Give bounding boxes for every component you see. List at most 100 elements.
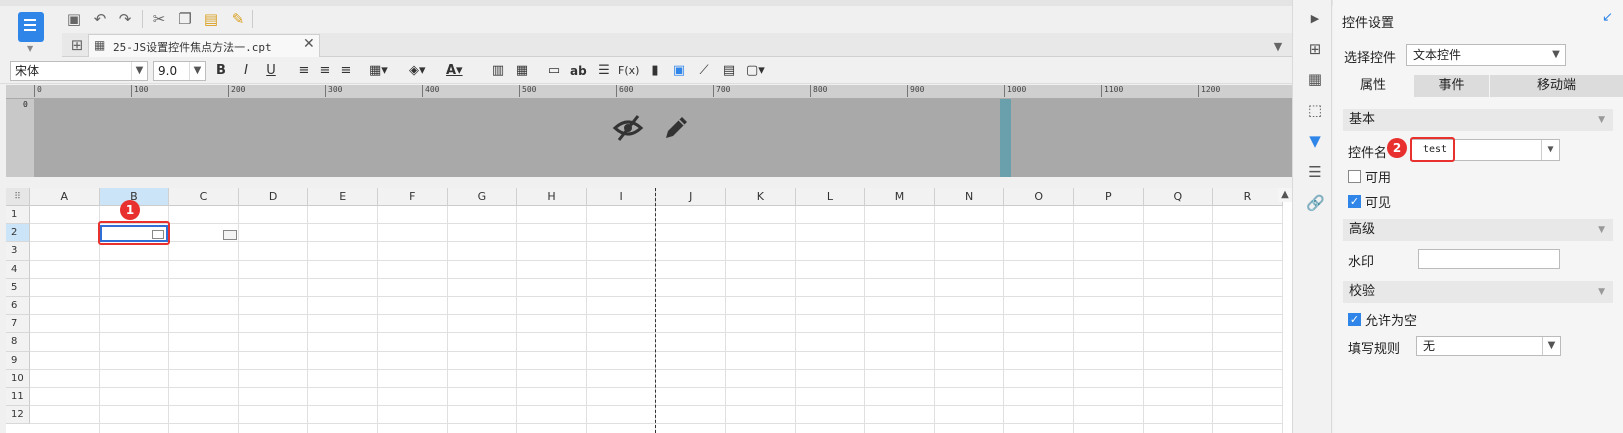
subreport-icon[interactable]: ▤ [721,62,737,80]
column-header-f[interactable]: F [378,188,448,206]
image-icon[interactable]: ▣ [671,62,687,80]
spreadsheet-grid[interactable]: ⠿ ABCDEFGHIJKLMNOPQR 1 2 3 4 5 6 7 8 9 10 11 12 1 [6,188,1292,433]
scroll-up-icon[interactable]: ▲ [1278,188,1292,202]
underline-button[interactable]: U [263,62,279,80]
vertical-ruler: 0 [6,99,34,177]
italic-button[interactable]: I [238,62,254,80]
column-header-i[interactable]: I [586,188,657,206]
split-cells-icon[interactable]: ▦ [514,62,530,80]
canvas-edge-marker[interactable] [1000,99,1011,177]
column-header-d[interactable]: D [238,188,309,206]
watermark-input[interactable] [1418,249,1560,269]
align-right-icon[interactable]: ≡ [338,62,354,80]
report-grid-icon[interactable]: ⊞ [67,35,87,55]
chevron-down-icon[interactable]: ▼ [131,62,147,80]
collapse-icon[interactable]: ▼ [1598,219,1605,241]
format-painter-icon[interactable]: ✎ [228,9,248,29]
font-size-select[interactable]: 9.0 ▼ [153,61,206,81]
row-header-4[interactable]: 4 [6,260,30,279]
column-header-c[interactable]: C [169,188,239,206]
hyperlink-icon[interactable]: 🔗 [1306,194,1325,212]
copy-icon[interactable]: ❐ [175,9,195,29]
allow-empty-checkbox[interactable]: ✓ [1348,313,1361,326]
chevron-down-icon[interactable]: ▼ [1541,140,1559,160]
widget-settings-icon[interactable]: ▼ [1306,132,1324,150]
row-header-10[interactable]: 10 [6,369,30,388]
formula-button[interactable]: F(x) [618,62,639,80]
close-tab-icon[interactable]: ✕ [303,36,315,52]
align-center-icon[interactable]: ≡ [317,62,333,80]
row-header-5[interactable]: 5 [6,278,30,297]
eye-slash-icon[interactable] [612,112,644,144]
column-header-h[interactable]: H [517,188,587,206]
widget-marker-icon[interactable] [223,230,237,240]
slash-icon[interactable]: ⟋ [696,62,712,80]
row-header-11[interactable]: 11 [6,388,30,407]
enabled-checkbox[interactable] [1348,170,1361,183]
merge-cells-icon[interactable]: ▥ [490,62,506,80]
visible-checkbox[interactable]: ✓ [1348,195,1361,208]
column-header-m[interactable]: M [865,188,935,206]
cell-element-icon[interactable]: ⊞ [1306,40,1324,58]
section-validation[interactable]: 校验 ▼ [1343,281,1613,303]
section-advanced[interactable]: 高级 ▼ [1343,219,1613,241]
undo-icon[interactable]: ↶ [90,9,110,29]
rich-text-icon[interactable]: ☰ [596,62,612,80]
cell-attribute-icon[interactable]: ▦ [1306,70,1324,88]
column-header-j[interactable]: J [656,188,726,206]
chevron-down-icon[interactable]: ▼ [1542,337,1560,355]
float-element-icon[interactable]: ▢▾ [746,62,765,80]
align-left-icon[interactable]: ≡ [296,62,312,80]
column-header-q[interactable]: Q [1143,188,1214,206]
row-header-1[interactable]: 1 [6,206,30,225]
float-element-icon[interactable]: ⬚ [1306,101,1324,119]
fill-rule-select[interactable]: 无 ▼ [1416,336,1561,356]
redo-icon[interactable]: ↷ [115,9,135,29]
border-icon[interactable]: ▦▾ [369,62,388,80]
tab-events[interactable]: 事件 [1414,75,1489,97]
cut-icon[interactable]: ✂ [149,9,169,29]
tab-properties[interactable]: 属性 [1333,75,1413,97]
font-color-icon[interactable]: A▾ [446,62,463,80]
fill-color-icon[interactable]: ◈▾ [409,62,426,80]
insert-widget-icon[interactable]: ▭ [546,62,562,80]
column-header-p[interactable]: P [1074,188,1144,206]
panel-pin-icon[interactable]: ↙ [1602,10,1613,25]
row-header-7[interactable]: 7 [6,315,30,334]
column-header-e[interactable]: E [308,188,378,206]
collapse-icon[interactable]: ▼ [1598,281,1605,303]
section-basic[interactable]: 基本 ▼ [1343,109,1613,131]
chevron-down-icon[interactable]: ▼ [1547,45,1565,65]
tab-mobile[interactable]: 移动端 [1490,75,1623,97]
app-logo-icon[interactable] [18,12,44,42]
chevron-down-icon[interactable]: ▼ [189,62,205,80]
row-header-9[interactable]: 9 [6,351,30,370]
collapse-arrow-icon[interactable]: ▶ [1306,10,1324,28]
paste-icon[interactable]: ▤ [201,9,221,29]
column-header-n[interactable]: N [934,188,1005,206]
chart-icon[interactable]: ▮ [647,62,663,80]
font-name-select[interactable]: 宋体 ▼ [10,61,148,81]
panel-menu-icon[interactable]: ▼ [1268,36,1288,56]
column-header-a[interactable]: A [30,188,100,206]
column-header-k[interactable]: K [726,188,796,206]
column-header-o[interactable]: O [1004,188,1074,206]
column-header-l[interactable]: L [795,188,866,206]
row-header-8[interactable]: 8 [6,333,30,352]
select-all-corner[interactable]: ⠿ [6,188,30,206]
collapse-icon[interactable]: ▼ [1598,109,1605,131]
insert-text-button[interactable]: ab [570,62,587,80]
pencil-icon[interactable] [660,112,692,144]
column-header-g[interactable]: G [447,188,518,206]
column-header-r[interactable]: R [1213,188,1283,206]
row-header-2[interactable]: 2 [6,224,30,243]
document-tab[interactable]: ▦ 25-JS设置控件焦点方法一.cpt ✕ [88,34,320,57]
logo-menu-caret-icon[interactable]: ▼ [27,44,33,53]
row-header-3[interactable]: 3 [6,242,30,261]
save-icon[interactable]: ▣ [64,9,84,29]
condition-attribute-icon[interactable]: ☰ [1306,163,1324,181]
select-widget-combo[interactable]: 文本控件 ▼ [1406,44,1566,66]
bold-button[interactable]: B [213,62,229,80]
row-header-6[interactable]: 6 [6,297,30,316]
row-header-12[interactable]: 12 [6,406,30,425]
